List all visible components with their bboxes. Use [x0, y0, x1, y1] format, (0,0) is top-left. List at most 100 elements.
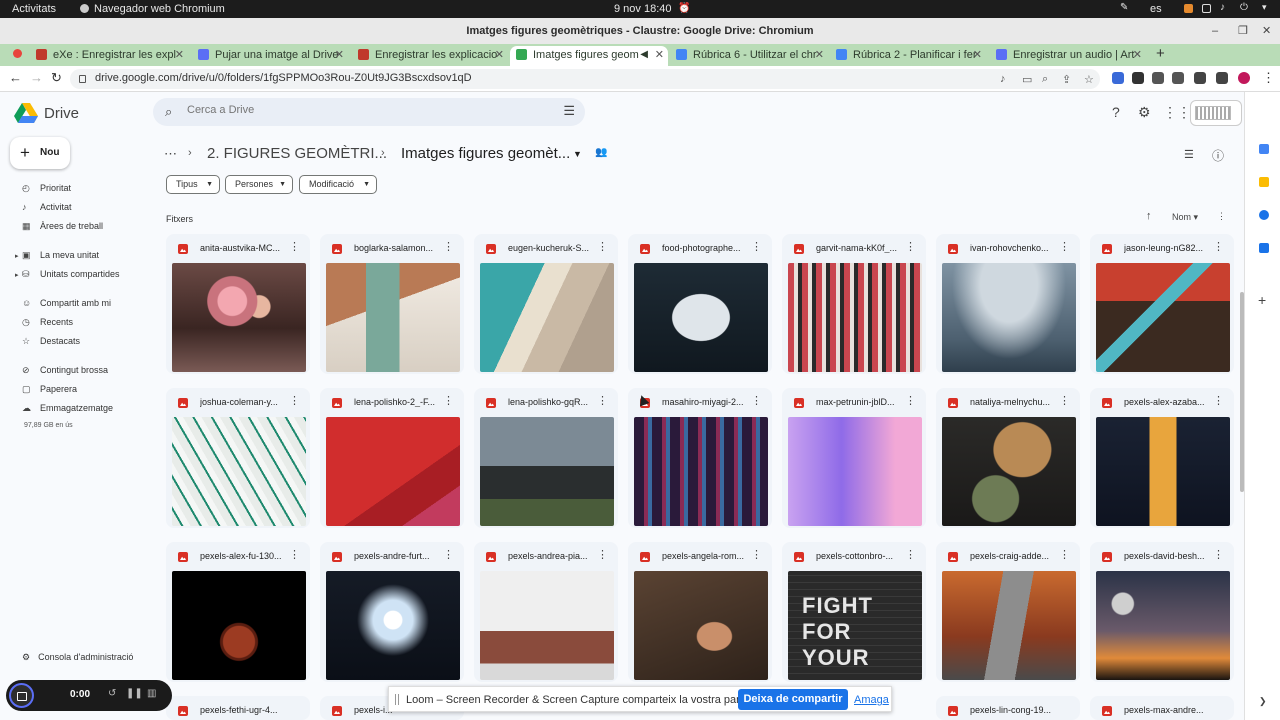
tab-0[interactable]: eXe : Enregistrar les expl ✕ — [30, 46, 188, 66]
file-card[interactable]: pexels-craig-adde... ⋮ — [936, 542, 1080, 682]
extension-icon[interactable] — [1172, 72, 1184, 84]
file-thumbnail[interactable] — [942, 263, 1076, 372]
expand-caret-icon[interactable]: ▸ — [15, 252, 19, 260]
file-card[interactable]: nataliya-melnychu... ⋮ — [936, 388, 1080, 528]
more-icon[interactable]: ⋮ — [597, 549, 608, 561]
extension-icon[interactable] — [1112, 72, 1124, 84]
info-icon[interactable]: ⓘ — [1212, 147, 1224, 164]
address-bar[interactable]: drive.google.com/drive/u/0/folders/1fgSP… — [70, 69, 1100, 89]
minimize-icon[interactable]: – — [1212, 24, 1218, 38]
filter-people[interactable]: Persones ▼ — [225, 175, 293, 194]
file-thumbnail[interactable] — [1096, 571, 1230, 680]
file-thumbnail[interactable] — [480, 571, 614, 680]
add-addon-icon[interactable]: + — [1258, 292, 1266, 308]
file-thumbnail[interactable]: FIGHT FOR YOUR — [788, 571, 922, 680]
more-icon[interactable]: ⋮ — [443, 241, 454, 253]
new-tab-button[interactable]: + — [1156, 45, 1165, 62]
stop-sharing-button[interactable]: Deixa de compartir — [738, 689, 848, 710]
hide-banner-link[interactable]: Amaga — [854, 694, 889, 706]
chevron-down-icon[interactable]: ▾ — [1262, 2, 1267, 13]
file-card[interactable]: max-petrunin-jblD... ⋮ — [782, 388, 926, 528]
zoom-icon[interactable]: ⌕ — [1042, 73, 1048, 86]
new-button[interactable]: + Nou — [10, 137, 70, 169]
tab-1[interactable]: Pujar una imatge al Drive ✕ — [192, 46, 348, 66]
more-icon[interactable]: ⋮ — [597, 241, 608, 253]
trash-icon[interactable]: ▥ — [147, 688, 156, 699]
chevron-down-icon[interactable]: ▼ — [573, 149, 582, 159]
file-thumbnail[interactable] — [480, 417, 614, 526]
sort-direction-icon[interactable]: ↑ — [1146, 210, 1152, 222]
install-icon[interactable]: ▭ — [1022, 73, 1032, 86]
extension-icon[interactable] — [1152, 72, 1164, 84]
tab-3[interactable]: Imatges figures geom ◀ ✕ — [510, 46, 668, 66]
record-tray-icon[interactable] — [1184, 4, 1193, 13]
restart-icon[interactable]: ↺ — [108, 688, 116, 699]
file-card[interactable]: boglarka-salamon... ⋮ — [320, 234, 464, 374]
sidebar-icon[interactable] — [1216, 72, 1228, 84]
more-icon[interactable]: ⋮ — [1217, 211, 1226, 222]
file-thumbnail[interactable] — [634, 571, 768, 680]
profile-icon[interactable] — [1238, 72, 1250, 84]
drive-logo-text[interactable]: Drive — [44, 105, 79, 122]
sort-by-button[interactable]: Nom ▾ — [1172, 212, 1198, 223]
contacts-icon[interactable] — [1259, 243, 1269, 253]
file-thumbnail[interactable] — [480, 263, 614, 372]
more-icon[interactable]: ⋮ — [751, 549, 762, 561]
download-icon[interactable] — [1194, 72, 1206, 84]
close-icon[interactable]: ✕ — [815, 46, 824, 64]
file-card[interactable]: pexels-fethi-ugr-4... — [166, 696, 310, 720]
shared-folder-icon[interactable]: 👥 — [595, 147, 607, 158]
admin-console-link[interactable]: ⚙ Consola d'administració — [22, 652, 133, 663]
file-thumbnail[interactable] — [942, 571, 1076, 680]
power-icon[interactable]: ⏻ — [1240, 2, 1248, 13]
accessibility-icon[interactable] — [1202, 4, 1211, 13]
gear-icon[interactable]: ⚙ — [1138, 104, 1151, 121]
forward-icon[interactable]: → — [30, 70, 43, 85]
close-icon[interactable]: ✕ — [1262, 24, 1271, 38]
more-icon[interactable]: ⋮ — [751, 241, 762, 253]
audio-playing-icon[interactable]: ◀ — [640, 46, 648, 64]
more-breadcrumb-icon[interactable]: ⋯ — [164, 146, 177, 162]
clock[interactable]: 9 nov 18:40 — [614, 3, 672, 15]
keyboard-layout[interactable]: es — [1150, 3, 1162, 15]
tab-6[interactable]: Enregistrar un audio | Art ✕ — [990, 46, 1146, 66]
more-icon[interactable]: ⋮ — [905, 241, 916, 253]
search-bar[interactable]: ⌕ ☰ — [153, 98, 585, 126]
more-icon[interactable]: ⋮ — [1059, 549, 1070, 561]
file-card[interactable]: jason-leung-nG82... ⋮ — [1090, 234, 1234, 374]
file-card[interactable]: pexels-alex-azaba... ⋮ — [1090, 388, 1234, 528]
file-card[interactable]: masahiro-miyagi-2... ⋮ — [628, 388, 772, 528]
breadcrumb-current[interactable]: Imatges figures geomèt... — [401, 145, 570, 162]
star-icon[interactable]: ☆ — [1084, 73, 1094, 86]
file-thumbnail[interactable] — [326, 571, 460, 680]
filter-modified[interactable]: Modificació ▼ — [299, 175, 377, 194]
list-view-icon[interactable]: ☰ — [1184, 148, 1194, 161]
file-card[interactable]: pexels-cottonbro-... ⋮ FIGHT FOR YOUR — [782, 542, 926, 682]
tab-2[interactable]: Enregistrar les explicacio ✕ — [352, 46, 508, 66]
camera-icon[interactable] — [9, 683, 34, 708]
more-icon[interactable]: ⋮ — [905, 549, 916, 561]
maximize-icon[interactable]: ❐ — [1238, 24, 1248, 38]
file-card[interactable]: garvit-nama-kK0f_... ⋮ — [782, 234, 926, 374]
file-card[interactable]: pexels-david-besh... ⋮ — [1090, 542, 1234, 682]
file-thumbnail[interactable] — [172, 571, 306, 680]
more-icon[interactable]: ⋮ — [1213, 241, 1224, 253]
volume-icon[interactable]: ♪ — [1220, 2, 1225, 13]
file-card[interactable]: food-photographe... ⋮ — [628, 234, 772, 374]
file-card[interactable]: lena-polishko-2_-F... ⋮ — [320, 388, 464, 528]
close-icon[interactable]: ✕ — [495, 46, 504, 64]
chevron-up-icon[interactable]: ❯ — [1259, 696, 1267, 707]
tasks-icon[interactable] — [1259, 210, 1269, 220]
file-card[interactable]: pexels-alex-fu-130... ⋮ — [166, 542, 310, 682]
file-card[interactable]: lena-polishko-gqR... ⋮ — [474, 388, 618, 528]
more-icon[interactable]: ⋮ — [443, 395, 454, 407]
keep-icon[interactable] — [1259, 177, 1269, 187]
file-card[interactable]: eugen-kucheruk-S... ⋮ — [474, 234, 618, 374]
search-input[interactable] — [187, 104, 527, 116]
tab-5[interactable]: Rúbrica 2 - Planificar i fer ✕ — [830, 46, 986, 66]
file-thumbnail[interactable] — [172, 263, 306, 372]
file-thumbnail[interactable] — [634, 417, 768, 526]
file-card[interactable]: ivan-rohovchenko... ⋮ — [936, 234, 1080, 374]
more-icon[interactable]: ⋮ — [289, 549, 300, 561]
more-icon[interactable]: ⋮ — [1213, 549, 1224, 561]
